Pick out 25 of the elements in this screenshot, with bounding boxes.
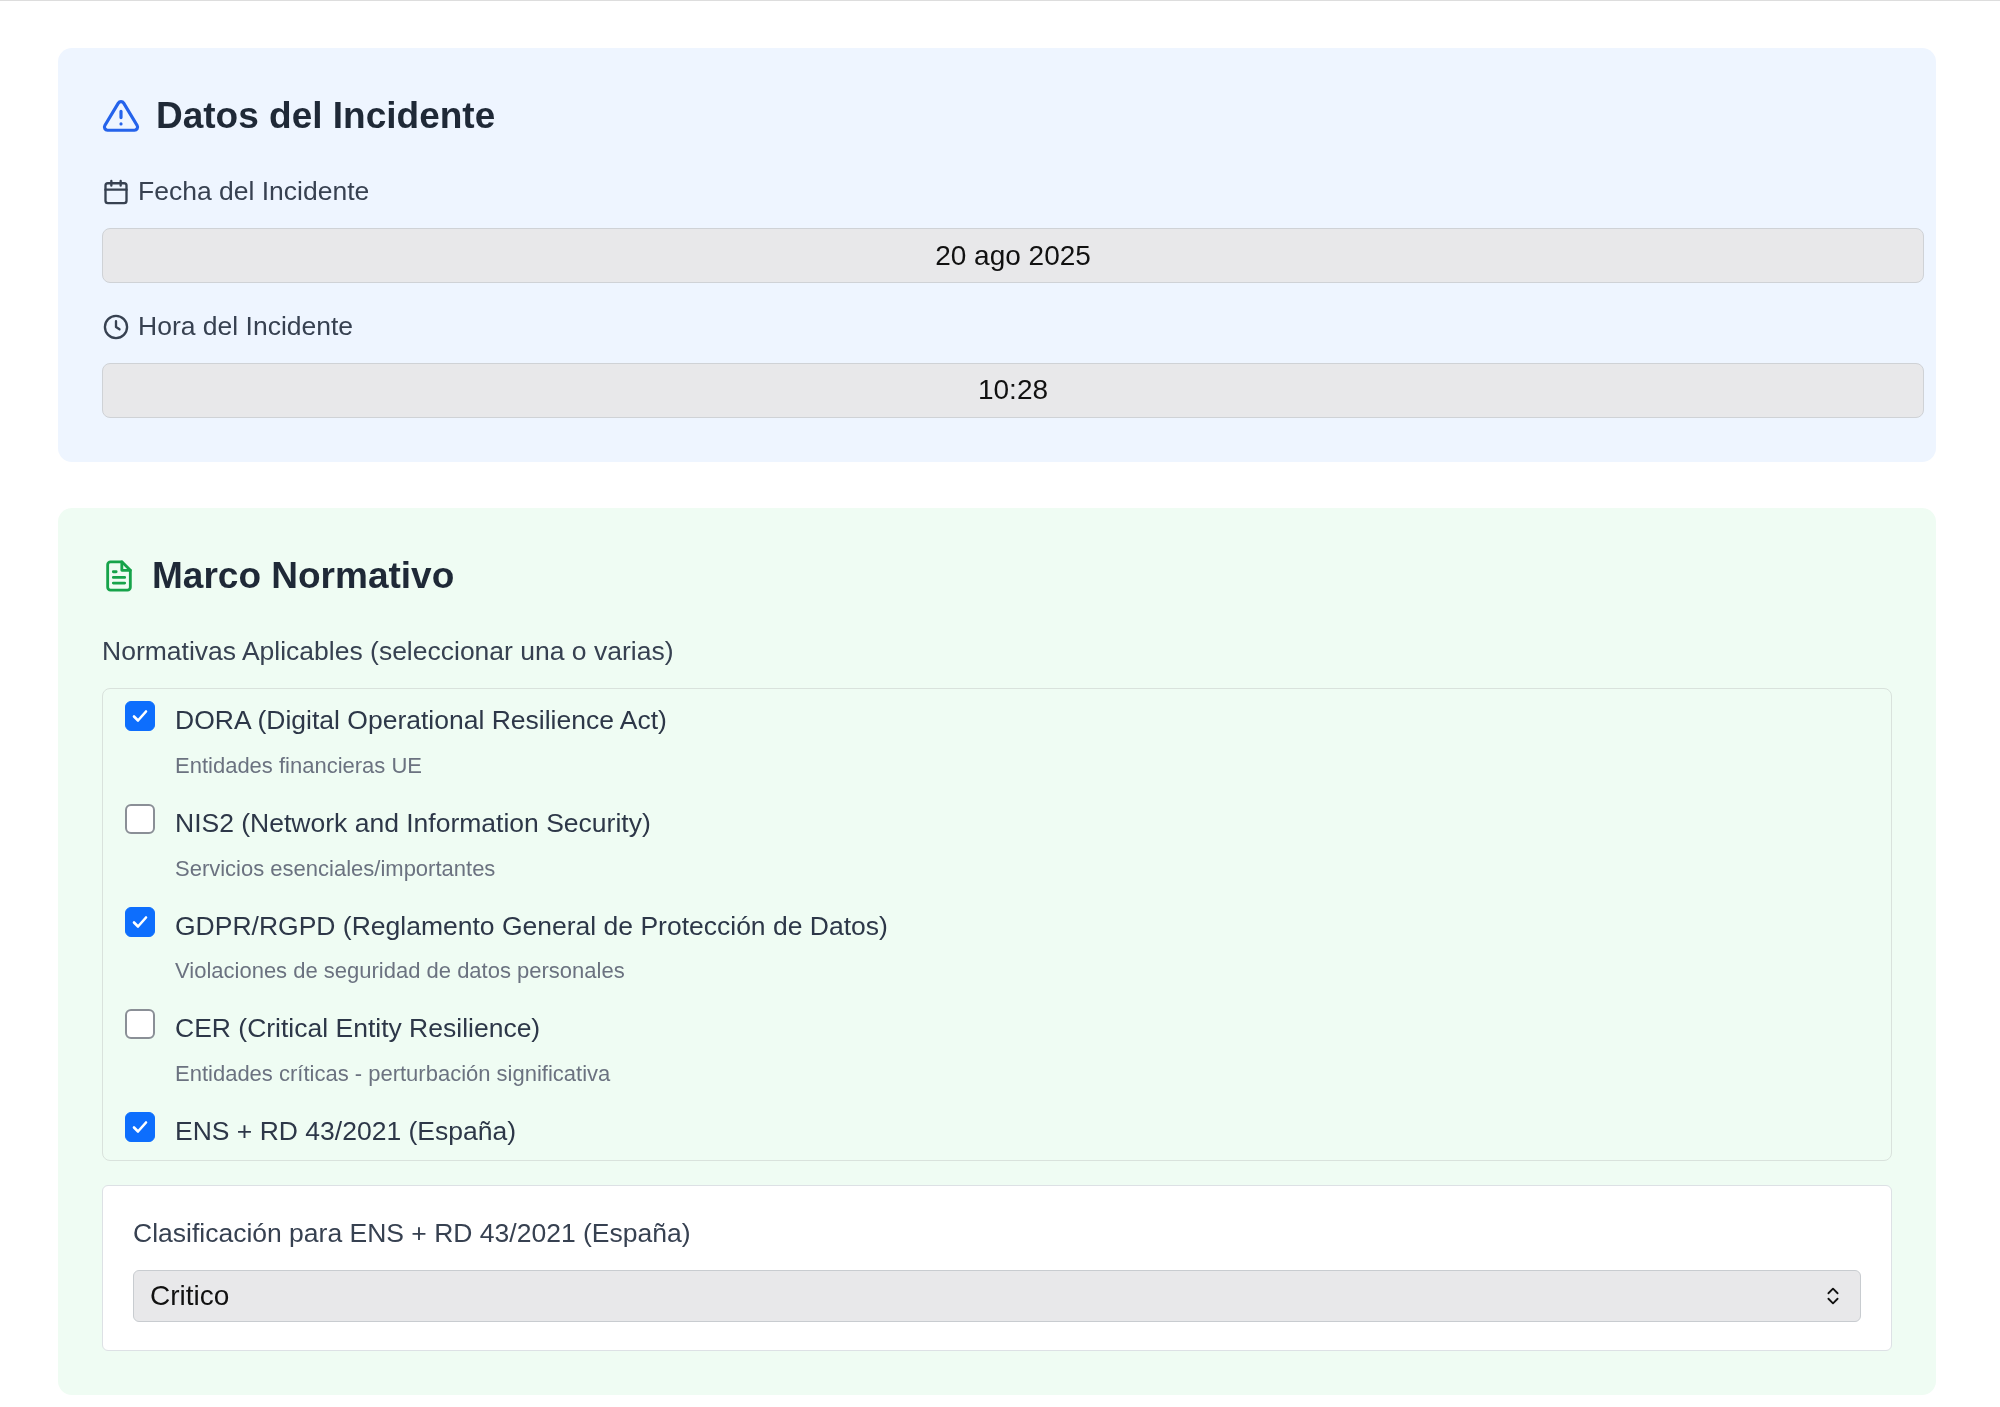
section-title: Datos del Incidente xyxy=(156,94,496,138)
checkbox-label: ENS + RD 43/2021 (España) xyxy=(175,1115,516,1149)
checkbox-description: Entidades financieras UE xyxy=(175,751,424,780)
checkbox-label: DORA (Digital Operational Resilience Act) xyxy=(175,704,667,738)
field-label: Fecha del Incidente xyxy=(138,175,370,209)
checkbox-label: GDPR/RGPD (Reglamento General de Protección de Datos) xyxy=(175,909,888,943)
field-label: Clasificación para ENS + RD 43/2021 (España) xyxy=(133,1216,692,1250)
clock-icon xyxy=(102,313,130,341)
checkbox[interactable] xyxy=(125,1112,155,1143)
checkbox[interactable] xyxy=(125,1009,155,1040)
calendar-icon xyxy=(102,178,130,207)
checkbox-description: Violaciones de seguridad de datos personales xyxy=(175,957,626,986)
checkbox[interactable] xyxy=(125,803,155,834)
checkbox-label: CER (Critical Entity Resilience) xyxy=(175,1012,542,1046)
checkbox[interactable] xyxy=(125,701,155,732)
list-label: Normativas Aplicables (seleccionar una o varias) xyxy=(102,635,675,669)
checkbox[interactable] xyxy=(125,906,155,937)
section-title: Marco Normativo xyxy=(152,553,455,598)
field-label: Hora del Incidente xyxy=(138,310,354,344)
checkbox-description: Entidades críticas - perturbación significativa xyxy=(175,1060,611,1089)
classification-select[interactable]: Critico xyxy=(133,1269,1861,1322)
checkbox-label: NIS2 (Network and Information Security) xyxy=(175,806,651,840)
checkbox-description: Servicios esenciales/importantes xyxy=(175,854,497,883)
time-field[interactable]: 10:28 xyxy=(102,362,1924,418)
date-field[interactable]: 20 ago 2025 xyxy=(102,228,1924,284)
